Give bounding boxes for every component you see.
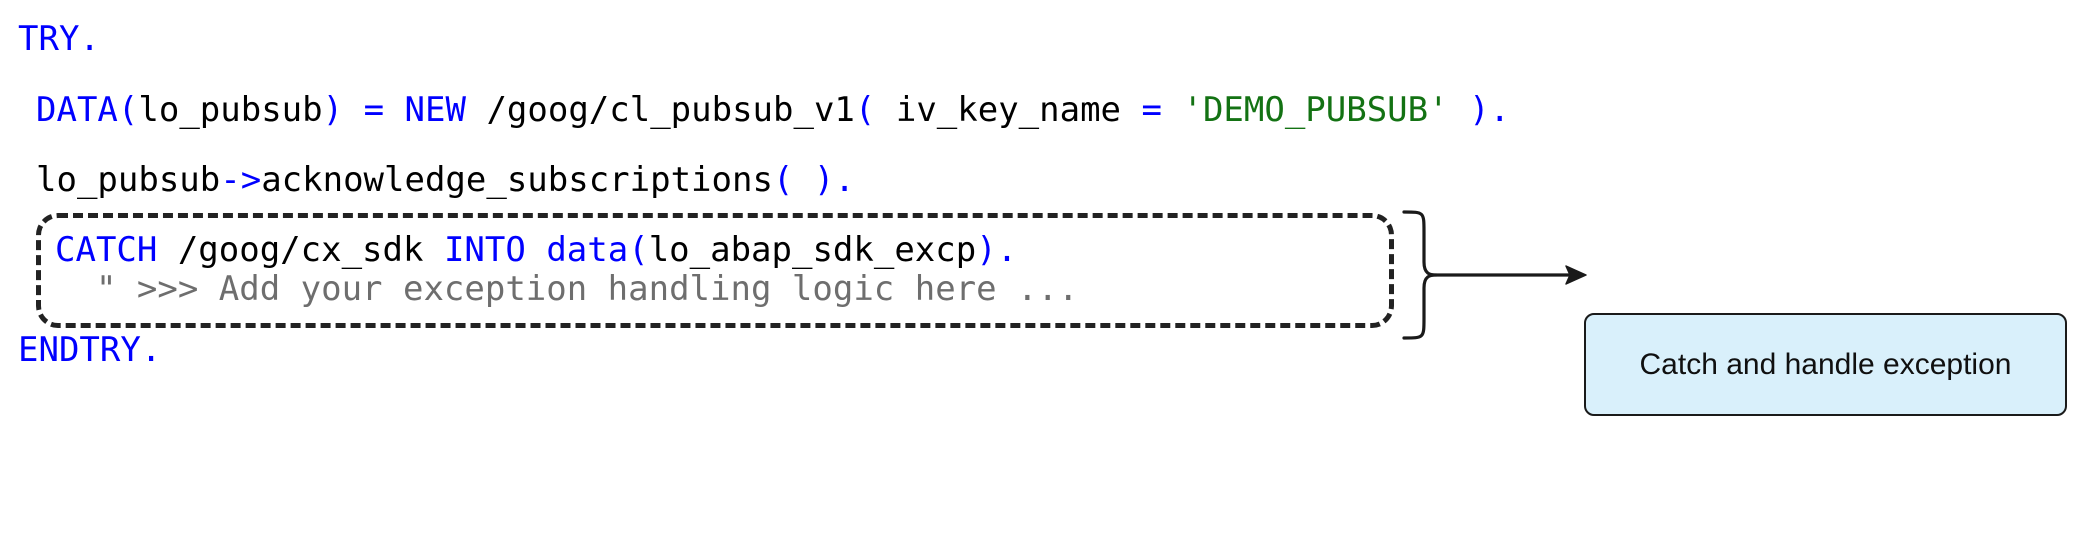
code-token: ): [322, 90, 344, 130]
code-token: (: [117, 90, 139, 130]
code-line-endtry: ENDTRY.: [18, 333, 161, 367]
code-token: TRY: [18, 19, 80, 59]
code-token: 'DEMO_PUBSUB': [1182, 90, 1449, 130]
code-line-try: TRY.: [18, 22, 100, 56]
code-token: /goog/cl_pubsub_v1: [465, 90, 855, 130]
callout-box: Catch and handle exception: [1584, 313, 2067, 416]
code-token: (: [772, 160, 794, 200]
code-token: .: [79, 19, 100, 59]
catch-block-highlight-box: [36, 213, 1394, 328]
curly-brace-icon: [1402, 210, 1438, 340]
code-token: acknowledge_subscriptions: [261, 160, 773, 200]
code-token: =: [1141, 90, 1162, 130]
code-token: ENDTRY: [18, 330, 141, 370]
code-token: .: [1489, 90, 1511, 130]
code-line-data-declaration: DATA(lo_pubsub) = NEW /goog/cl_pubsub_v1…: [36, 93, 1510, 127]
code-token: .: [140, 330, 162, 370]
code-token: DATA: [36, 90, 118, 130]
code-token: ): [813, 160, 835, 200]
code-line-method-call: lo_pubsub->acknowledge_subscriptions( ).: [36, 163, 855, 197]
code-token: lo_pubsub: [36, 160, 221, 200]
code-token: lo_pubsub: [138, 90, 323, 130]
code-token: (: [854, 90, 876, 130]
code-token: ): [1469, 90, 1490, 130]
callout-label: Catch and handle exception: [1639, 347, 2012, 381]
code-token: NEW: [404, 90, 466, 130]
code-token: =: [363, 90, 385, 130]
code-token: ->: [220, 160, 262, 200]
code-token: iv_key_name: [875, 90, 1142, 130]
code-token: .: [834, 160, 855, 200]
